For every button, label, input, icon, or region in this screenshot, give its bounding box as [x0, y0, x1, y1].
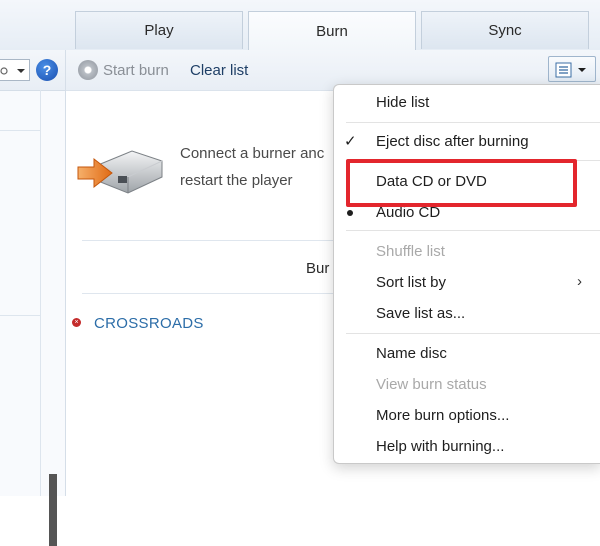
list-options-icon — [555, 62, 586, 78]
menu-separator — [346, 122, 600, 123]
menu-item-view-burn-status[interactable]: View burn status — [376, 376, 487, 393]
tab-strip: Play Burn Sync — [0, 0, 600, 51]
burner-drive-icon — [77, 150, 163, 194]
no-burner-message: Connect a burner anc restart the player — [180, 140, 324, 194]
disc-icon — [78, 60, 98, 80]
library-pane: ? — [0, 50, 66, 546]
menu-item-eject-disc[interactable]: Eject disc after burning — [376, 133, 529, 150]
row-divider — [0, 315, 40, 316]
help-icon[interactable]: ? — [36, 59, 58, 81]
tab-sync[interactable]: Sync — [421, 11, 589, 49]
menu-separator — [346, 230, 600, 231]
burn-list-header: Bur — [306, 260, 330, 277]
view-options-dropdown[interactable] — [0, 59, 30, 81]
error-icon: × — [72, 318, 81, 327]
no-burner-message-line2: restart the player — [180, 172, 293, 189]
menu-separator — [346, 333, 600, 334]
list-options-menu: Hide list ✓ Eject disc after burning Dat… — [333, 84, 600, 464]
row-divider — [0, 130, 40, 131]
burn-list-item[interactable]: CROSSROADS — [94, 315, 204, 332]
tab-play[interactable]: Play — [75, 11, 243, 49]
menu-item-more-burn-options[interactable]: More burn options... — [376, 407, 509, 424]
column-divider — [40, 90, 41, 496]
no-burner-message-line1: Connect a burner anc — [180, 145, 325, 162]
radio-bullet-icon — [347, 210, 353, 216]
menu-item-help-with-burning[interactable]: Help with burning... — [376, 438, 504, 455]
chevron-down-icon — [0, 67, 25, 75]
menu-item-shuffle-list[interactable]: Shuffle list — [376, 243, 445, 260]
tab-play-label: Play — [144, 22, 174, 39]
menu-item-save-list-as[interactable]: Save list as... — [376, 305, 465, 322]
library-pane-header: ? — [0, 50, 65, 91]
start-burn-button[interactable]: Start burn — [103, 62, 169, 79]
help-glyph: ? — [42, 62, 52, 78]
clear-list-button[interactable]: Clear list — [190, 62, 248, 79]
checkmark-icon: ✓ — [344, 133, 357, 150]
scrollbar-thumb[interactable] — [49, 474, 57, 546]
tab-burn[interactable]: Burn — [248, 11, 416, 51]
tab-sync-label: Sync — [488, 22, 522, 39]
list-options-button[interactable] — [548, 56, 596, 82]
menu-item-sort-list-by[interactable]: Sort list by — [376, 274, 446, 291]
highlight-box — [346, 159, 577, 207]
menu-item-name-disc[interactable]: Name disc — [376, 345, 447, 362]
menu-item-hide-list[interactable]: Hide list — [376, 94, 429, 111]
tab-burn-label: Burn — [316, 23, 348, 40]
chevron-right-icon: › — [577, 273, 582, 290]
